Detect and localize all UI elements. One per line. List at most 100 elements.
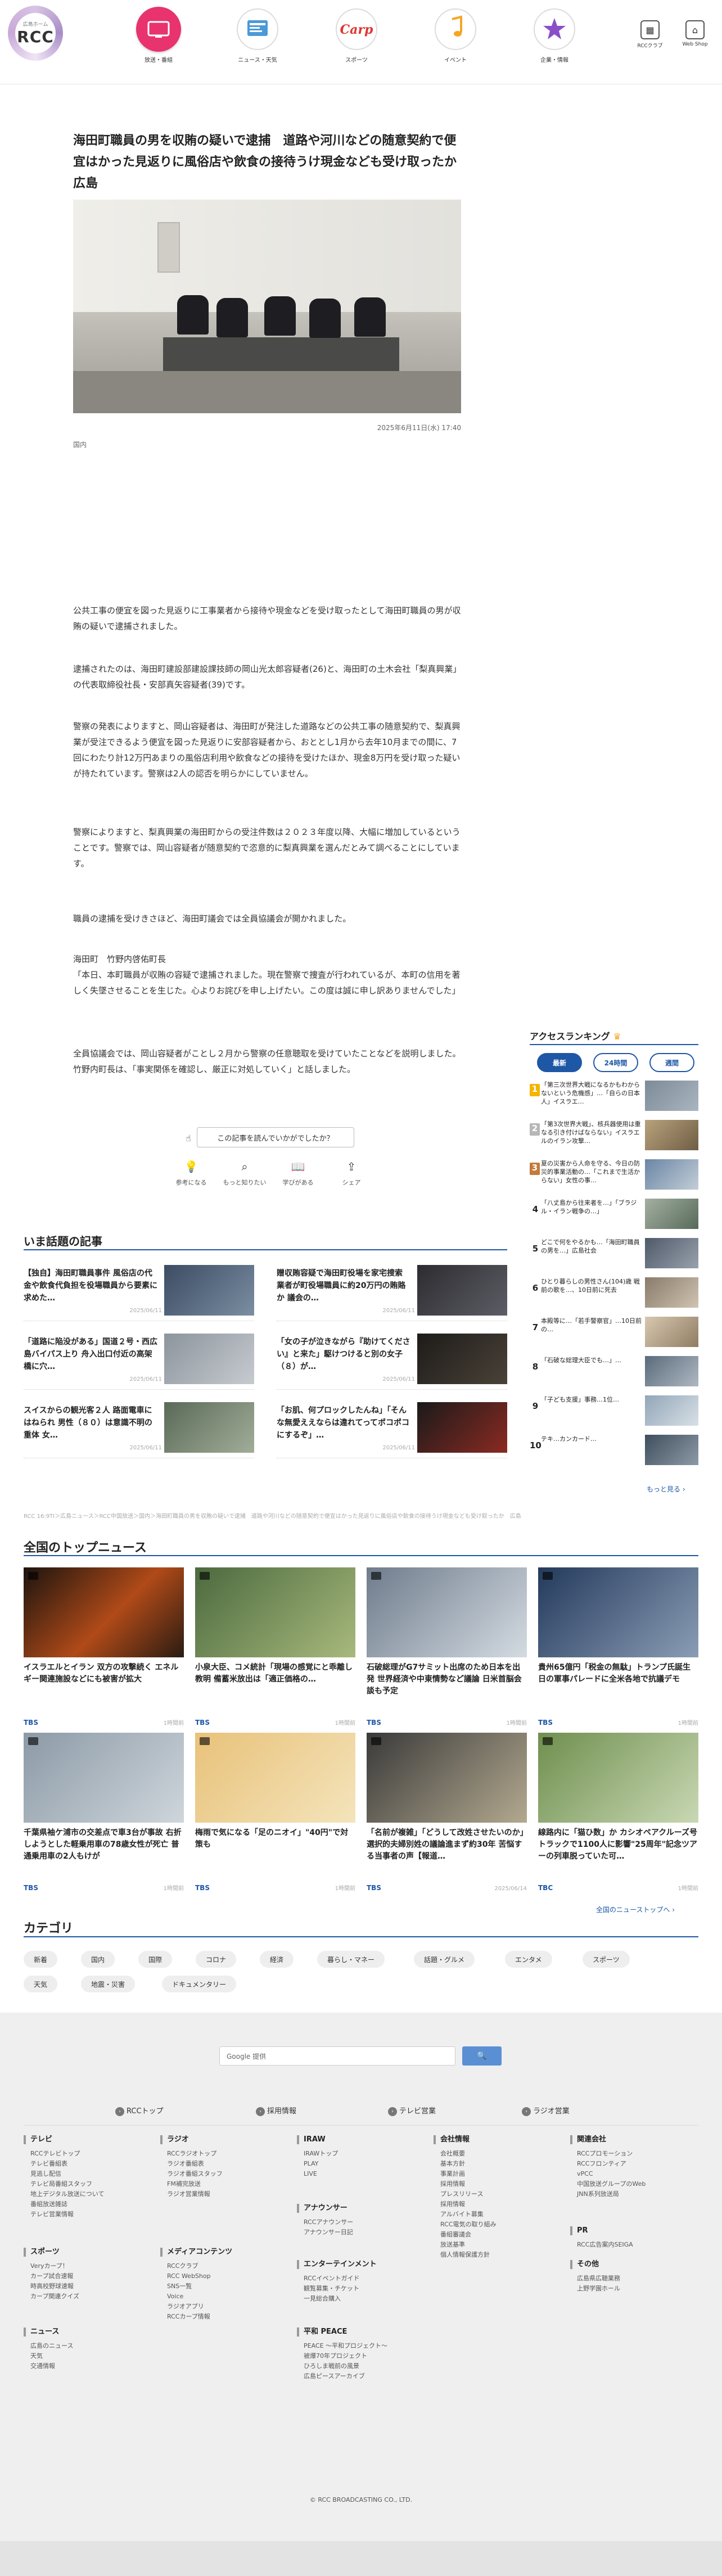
footer-item[interactable]: 基本方針: [434, 2159, 563, 2169]
footer-item[interactable]: JNN系列放送局: [570, 2189, 700, 2199]
footer-item[interactable]: ラジオ番組表: [160, 2159, 290, 2169]
hot-item[interactable]: 「道路に陥没がある」国道２号・西広島バイパス上り 舟入出口付近の高架橋に穴… 2…: [24, 1328, 254, 1390]
footer-item[interactable]: 番組放送雑誌: [24, 2199, 153, 2209]
footer-item[interactable]: 放送基準: [434, 2240, 563, 2250]
national-item[interactable]: 線路内に「猫ひ数」か カシオペアクルーズ号トラックで1100人に影響"25周年"…: [538, 1733, 698, 1893]
footer-item[interactable]: カープ関連クイズ: [24, 2292, 153, 2302]
hot-item[interactable]: 【独自】海田町職員事件 風俗店の代金や飲食代負担を役場職員から要素に求めた… 2…: [24, 1259, 254, 1321]
national-item[interactable]: 石破総理がG7サミット出席のため日本を出発 世界経済や中東情勢など議論 日米首脳…: [367, 1567, 527, 1728]
ranking-item[interactable]: 8 「石破な総理大臣でも…」…: [530, 1354, 698, 1388]
footer-item[interactable]: プレスリリース: [434, 2189, 563, 2199]
footer-item[interactable]: 観覧募集・チケット: [297, 2284, 426, 2294]
footer-link-top[interactable]: › RCCトップ: [115, 2105, 164, 2116]
footer-link-tv-sales[interactable]: › テレビ営業: [388, 2105, 436, 2116]
footer-item[interactable]: Veryカープ！: [24, 2261, 153, 2271]
category-chip[interactable]: 国際: [138, 1951, 173, 1968]
footer-link-recruit[interactable]: › 採用情報: [256, 2105, 296, 2116]
ranking-item[interactable]: 9 「子ども支援」事務…1位…: [530, 1393, 698, 1427]
tab-24h[interactable]: 24時間: [593, 1053, 638, 1072]
footer-item[interactable]: テレビ番組表: [24, 2159, 153, 2169]
article-category[interactable]: 国内: [73, 440, 87, 449]
footer-item[interactable]: 一見総合購入: [297, 2294, 426, 2304]
nav-tv[interactable]: 放送・番組: [125, 7, 192, 64]
footer-item[interactable]: 事業計画: [434, 2169, 563, 2179]
footer-item[interactable]: テレビ局番組スタッフ: [24, 2179, 153, 2189]
ranking-item[interactable]: 5 どこで何をやるかも…「海田町職員の男を…」広島社会: [530, 1236, 698, 1269]
rcc-club-link[interactable]: ▦ RCCクラブ: [633, 20, 667, 49]
footer-item[interactable]: LIVE: [297, 2169, 426, 2179]
footer-item[interactable]: PLAY: [297, 2159, 426, 2169]
feedback-button[interactable]: ☝ この記事を読んでいかがでしたか？: [186, 1127, 354, 1147]
ranking-item[interactable]: 4 「八丈島から往来者を…」「ブラジル・イラン戦争の…」: [530, 1196, 698, 1230]
feedback-more[interactable]: ⌕ もっと知りたい: [222, 1160, 267, 1187]
nav-company[interactable]: 企業・情報: [521, 7, 588, 64]
footer-item[interactable]: 見逃し配信: [24, 2169, 153, 2179]
footer-item[interactable]: 交通情報: [24, 2361, 153, 2371]
footer-item[interactable]: RCCイベントガイド: [297, 2274, 426, 2284]
footer-item[interactable]: 採用情報: [434, 2199, 563, 2209]
nav-sports[interactable]: Carp スポーツ: [323, 7, 390, 64]
tab-latest[interactable]: 最新: [537, 1053, 582, 1072]
footer-item[interactable]: 番組審議会: [434, 2230, 563, 2240]
footer-item[interactable]: ラジオアプリ: [160, 2302, 290, 2312]
breadcrumb[interactable]: RCC 16:9TI＞広島ニュース＞RCC中国放送＞国内＞海田町職員の男を収賄の…: [24, 1511, 698, 1520]
footer-item[interactable]: RCC電気の取り組み: [434, 2220, 563, 2230]
footer-item[interactable]: テレビ営業情報: [24, 2209, 153, 2220]
ranking-item[interactable]: 3 夏の災害から人命を守る、今日の防災的事業活動の…「これまで生活からない」女性…: [530, 1157, 698, 1191]
footer-item[interactable]: SNS一覧: [160, 2281, 290, 2292]
footer-item[interactable]: 広島ピースアーカイブ: [297, 2371, 426, 2381]
footer-item[interactable]: ラジオ番組スタッフ: [160, 2169, 290, 2179]
footer-item[interactable]: 天気: [24, 2351, 153, 2361]
national-more-link[interactable]: 全国のニューストップへ ›: [596, 1905, 675, 1914]
footer-item[interactable]: PEACE ～平和プロジェクト～: [297, 2341, 426, 2351]
category-chip[interactable]: 天気: [24, 1976, 58, 1992]
ranking-item[interactable]: 2 「第3次世界大戦」、核兵器使用は重なる引き付けばならない」イスラエルのイラン…: [530, 1118, 698, 1151]
footer-item[interactable]: ラジオ営業情報: [160, 2189, 290, 2199]
national-item[interactable]: 梅雨で気になる「足のニオイ」"40円"で対策も TBS 1時間前: [195, 1733, 355, 1893]
footer-item[interactable]: 地上デジタル放送について: [24, 2189, 153, 2199]
ranking-item[interactable]: 10 テキ…カンカード…: [530, 1432, 698, 1466]
national-item[interactable]: 小泉大臣、コメ統計「現場の感覚にと乖離し教明 備蓄米放出は「適正価格の… TBS…: [195, 1567, 355, 1728]
footer-item[interactable]: RCCテレビトップ: [24, 2149, 153, 2159]
footer-item[interactable]: RCCフロンティア: [570, 2159, 700, 2169]
footer-item[interactable]: 上野学園ホール: [570, 2284, 700, 2294]
national-item[interactable]: 千葉県袖ケ浦市の交差点で車3台が事故 右折しようとした軽乗用車の78歳女性が死亡…: [24, 1733, 184, 1893]
footer-item[interactable]: 会社概要: [434, 2149, 563, 2159]
tab-weekly[interactable]: 週間: [649, 1053, 694, 1072]
footer-item[interactable]: 広島県広聴業務: [570, 2274, 700, 2284]
national-item[interactable]: 「名前が複雑」「どうして改姓させたいのか」選択的夫婦別姓の議論進まず約30年 苦…: [367, 1733, 527, 1893]
ranking-item[interactable]: 7 本殿等に…「若手警察官」…10日前の…: [530, 1314, 698, 1348]
category-chip[interactable]: エンタメ: [505, 1951, 552, 1968]
ranking-item[interactable]: 6 ひとり暮らしの男性さん(104)歳 戦前の歌を…、10日前に死去: [530, 1275, 698, 1309]
footer-item[interactable]: アルバイト募集: [434, 2209, 563, 2220]
footer-item[interactable]: 採用情報: [434, 2179, 563, 2189]
footer-item[interactable]: RCCプロモーション: [570, 2149, 700, 2159]
hot-item[interactable]: スイスからの観光客２人 路面電車にはねられ 男性（８０）は意識不明の重体 女… …: [24, 1397, 254, 1458]
footer-link-radio-sales[interactable]: › ラジオ営業: [522, 2105, 570, 2116]
category-chip[interactable]: コロナ: [196, 1951, 237, 1968]
footer-item[interactable]: RCCカープ情報: [160, 2312, 290, 2322]
search-button[interactable]: 🔍: [462, 2046, 502, 2066]
category-chip[interactable]: スポーツ: [583, 1951, 630, 1968]
category-chip[interactable]: 地震・災害: [81, 1976, 136, 1992]
footer-item[interactable]: 被爆70年プロジェクト: [297, 2351, 426, 2361]
feedback-helpful[interactable]: 💡 参考になる: [169, 1160, 214, 1187]
category-chip[interactable]: 新着: [24, 1951, 58, 1968]
footer-item[interactable]: Voice: [160, 2292, 290, 2302]
nav-news[interactable]: ニュース・天気: [224, 7, 291, 64]
nav-event[interactable]: イベント: [422, 7, 489, 64]
footer-item[interactable]: カープ試合速報: [24, 2271, 153, 2281]
national-item[interactable]: 貴州65億円「税金の無駄」トランプ氏誕生日の軍事パレードに全米各地で抗議デモ T…: [538, 1567, 698, 1728]
ranking-item[interactable]: 1 「第三次世界大戦になるかもわからないという危機感」…「自らの日本人」イスラエ…: [530, 1078, 698, 1112]
category-chip[interactable]: 話題・グルメ: [414, 1951, 475, 1968]
feedback-learn[interactable]: 📖 学びがある: [276, 1160, 321, 1187]
footer-item[interactable]: RCC広告案内SEIGA: [570, 2240, 700, 2250]
footer-item[interactable]: RCCラジオトップ: [160, 2149, 290, 2159]
footer-item[interactable]: 広島のニュース: [24, 2341, 153, 2351]
footer-item[interactable]: RCC WebShop: [160, 2271, 290, 2281]
footer-item[interactable]: vPCC: [570, 2169, 700, 2179]
footer-item[interactable]: RCCクラブ: [160, 2261, 290, 2271]
national-item[interactable]: イスラエルとイラン 双方の攻撃続く エネルギー関連施設などにも被害が拡大 TBS…: [24, 1567, 184, 1728]
web-shop-link[interactable]: ⌂ Web Shop: [678, 20, 712, 47]
footer-item[interactable]: RCCアナウンサー: [297, 2217, 426, 2227]
